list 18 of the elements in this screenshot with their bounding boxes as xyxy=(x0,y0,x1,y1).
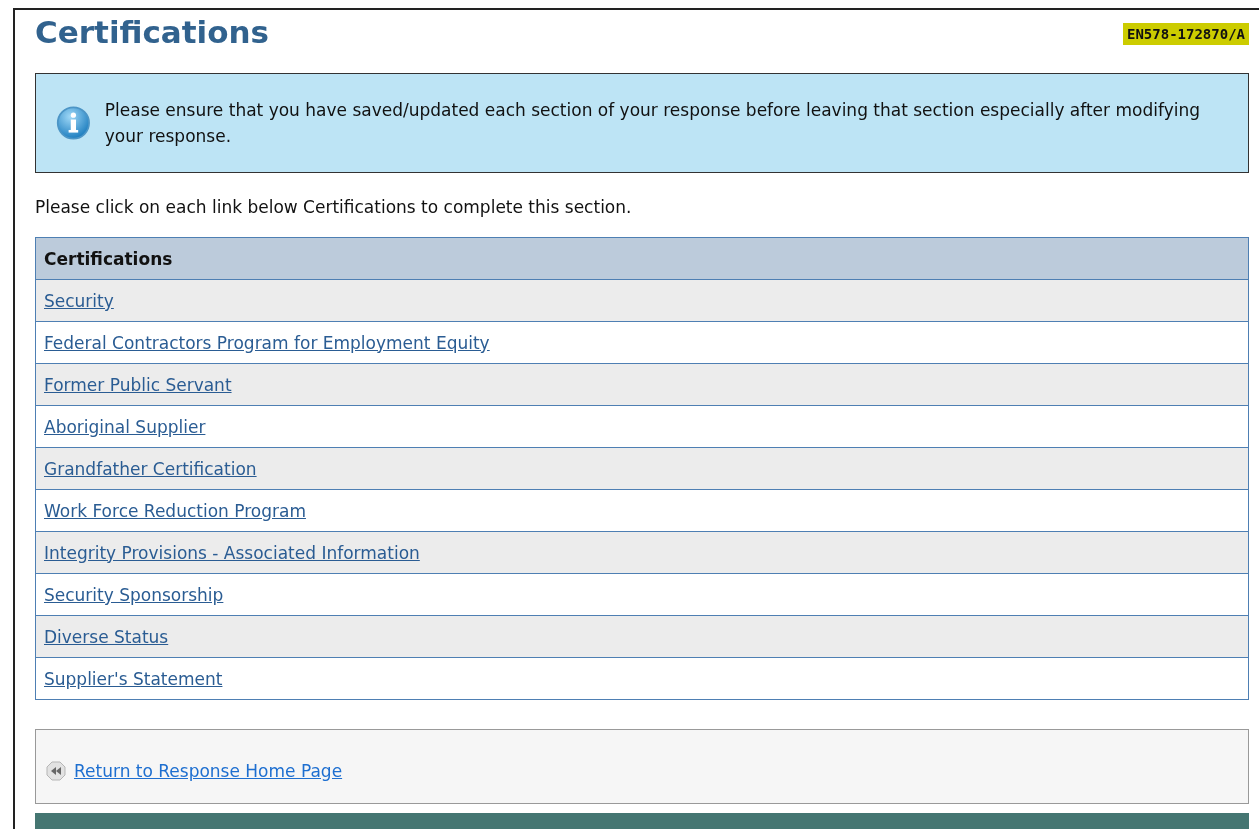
return-home-link[interactable]: Return to Response Home Page xyxy=(74,760,343,781)
certification-link[interactable]: Former Public Servant xyxy=(44,374,232,395)
notice-text: Please ensure that you have saved/updated each section of your response before leaving that section especially after modifying your response. xyxy=(104,99,1201,148)
certification-link[interactable]: Integrity Provisions - Associated Information xyxy=(44,542,420,563)
certification-link[interactable]: Security Sponsorship xyxy=(44,584,224,605)
reference-number: EN578-172870/A xyxy=(1123,23,1249,45)
certification-link[interactable]: Aboriginal Supplier xyxy=(44,416,206,437)
info-icon xyxy=(56,104,91,142)
certification-link[interactable]: Federal Contractors Program for Employment Equity xyxy=(44,332,490,353)
certification-link[interactable]: Grandfather Certification xyxy=(44,458,257,479)
column-header: Certifications xyxy=(35,237,1249,280)
certification-link[interactable]: Security xyxy=(44,290,114,311)
certification-link[interactable]: Supplier's Statement xyxy=(44,668,223,689)
certification-link[interactable]: Diverse Status xyxy=(44,626,169,647)
page-title: Certifications xyxy=(35,14,270,50)
certification-link[interactable]: Work Force Reduction Program xyxy=(44,500,306,521)
instruction-text: Please click on each link below Certifications to complete this section. xyxy=(35,197,633,217)
rewind-icon xyxy=(46,760,66,781)
